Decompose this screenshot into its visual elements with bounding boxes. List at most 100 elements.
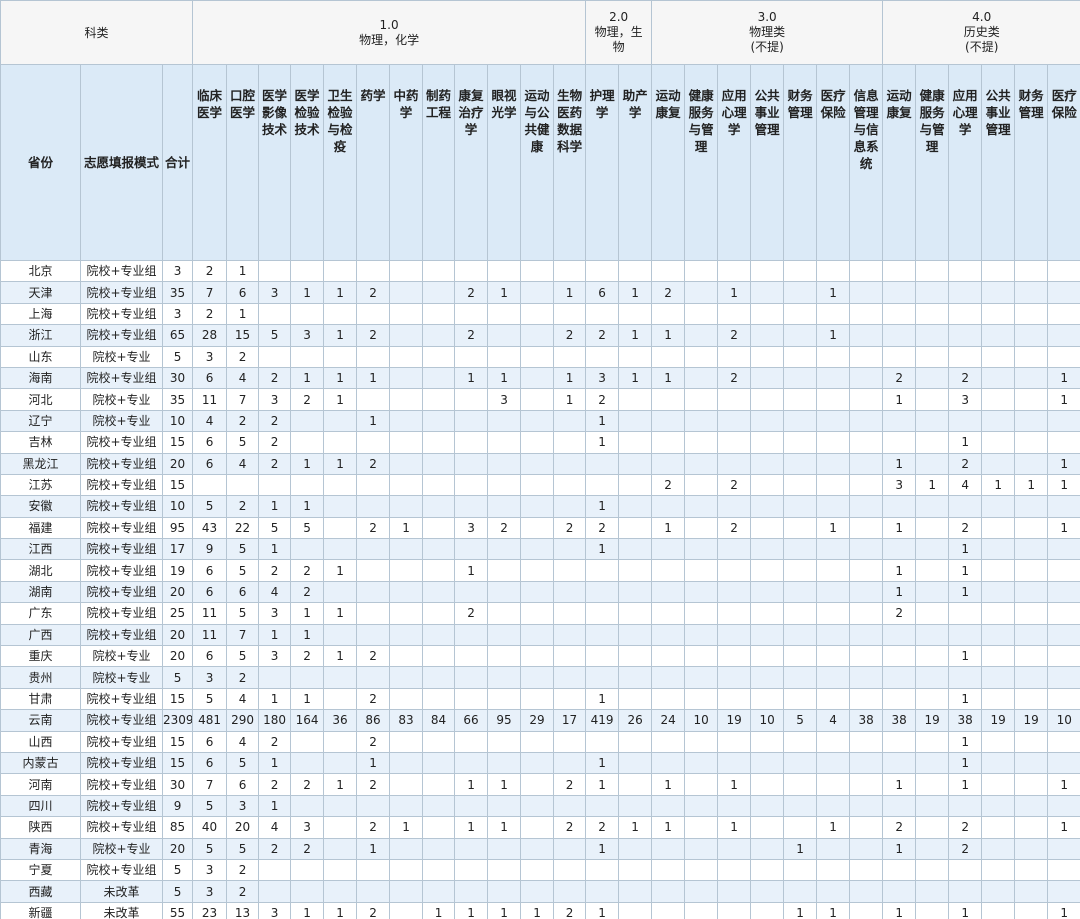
value-cell [389, 324, 424, 347]
value-cell: 6 [192, 452, 228, 475]
value-cell [651, 452, 686, 475]
mode-cell: 院校+专业组 [80, 281, 163, 304]
value-cell [717, 602, 752, 625]
value-cell [717, 880, 752, 903]
value-cell [783, 495, 818, 518]
value-cell: 1 [618, 816, 653, 839]
value-cell [915, 431, 950, 454]
mode-cell: 院校+专业组 [80, 324, 163, 347]
value-cell [290, 259, 325, 283]
value-cell: 2 [290, 773, 325, 796]
value-cell [915, 302, 950, 326]
value-cell [487, 345, 522, 368]
value-cell [487, 858, 522, 882]
mode-cell: 院校+专业组 [80, 794, 163, 818]
value-cell [783, 516, 818, 540]
value-cell [651, 901, 686, 919]
value-cell: 1 [882, 388, 917, 411]
value-cell [356, 602, 391, 625]
value-cell [422, 816, 456, 839]
value-cell [750, 730, 785, 753]
value-cell: 2 [651, 473, 686, 497]
value-cell [520, 730, 555, 753]
value-cell [258, 345, 292, 368]
major-header: 运动康复 [882, 64, 917, 261]
value-cell [915, 495, 950, 518]
major-header: 医疗保险 [816, 64, 851, 261]
value-cell [684, 816, 719, 839]
value-cell [981, 751, 1016, 775]
value-cell: 2 [290, 580, 325, 604]
value-cell: 9 [192, 538, 228, 561]
value-cell [585, 730, 620, 753]
value-cell: 2 [553, 901, 587, 919]
value-cell [750, 281, 785, 304]
major-header: 中药学 [389, 64, 424, 261]
value-cell [618, 623, 653, 647]
value-cell [553, 259, 587, 283]
value-cell [618, 452, 653, 475]
value-cell: 1 [882, 580, 917, 604]
value-cell [618, 259, 653, 283]
value-cell: 1 [487, 281, 522, 304]
value-cell: 1 [816, 516, 851, 540]
value-cell [454, 880, 489, 903]
value-cell [651, 730, 686, 753]
value-cell [422, 623, 456, 647]
value-cell: 6 [192, 366, 228, 390]
value-cell [783, 388, 818, 411]
value-cell: 1 [948, 431, 983, 454]
value-cell: 2 [717, 473, 752, 497]
value-cell: 2 [290, 388, 325, 411]
value-cell [1014, 687, 1049, 711]
value-cell [487, 730, 522, 753]
table-row: 四川 院校+专业组 9 5 3 1 [0, 794, 1080, 818]
value-cell [684, 837, 719, 860]
value-cell [1014, 495, 1049, 518]
value-cell [389, 858, 424, 882]
major-header: 运动与公共健康 [520, 64, 555, 261]
value-cell [487, 324, 522, 347]
value-cell [717, 751, 752, 775]
value-cell: 3 [258, 645, 292, 668]
value-cell [585, 880, 620, 903]
value-cell [454, 837, 489, 860]
value-cell [323, 858, 358, 882]
value-cell [750, 773, 785, 796]
total-cell: 85 [161, 816, 194, 839]
value-cell [816, 666, 851, 689]
value-cell [553, 495, 587, 518]
mode-cell: 院校+专业组 [80, 687, 163, 711]
province-cell: 甘肃 [0, 687, 81, 711]
value-cell: 1 [948, 901, 983, 919]
value-cell [651, 345, 686, 368]
value-cell [1047, 623, 1080, 647]
value-cell [290, 473, 325, 497]
value-cell: 1 [585, 431, 620, 454]
value-cell [553, 666, 587, 689]
value-cell [1014, 602, 1049, 625]
value-cell: 1 [520, 901, 555, 919]
value-cell [520, 580, 555, 604]
value-cell: 2 [226, 409, 260, 433]
table-row: 山东 院校+专业 5 3 2 [0, 345, 1080, 368]
value-cell: 5 [783, 709, 818, 732]
value-cell: 2 [717, 516, 752, 540]
value-cell [684, 580, 719, 604]
value-cell [422, 538, 456, 561]
value-cell [1014, 580, 1049, 604]
value-cell [553, 580, 587, 604]
value-cell [717, 409, 752, 433]
value-cell: 2 [948, 366, 983, 390]
total-cell: 19 [161, 559, 194, 582]
value-cell [618, 901, 653, 919]
value-cell [1047, 794, 1080, 818]
mode-cell: 院校+专业组 [80, 858, 163, 882]
value-cell: 2 [454, 281, 489, 304]
value-cell: 2 [882, 602, 917, 625]
value-cell [356, 345, 391, 368]
value-cell [323, 495, 358, 518]
value-cell [290, 302, 325, 326]
value-cell [1047, 858, 1080, 882]
province-cell: 辽宁 [0, 409, 81, 433]
